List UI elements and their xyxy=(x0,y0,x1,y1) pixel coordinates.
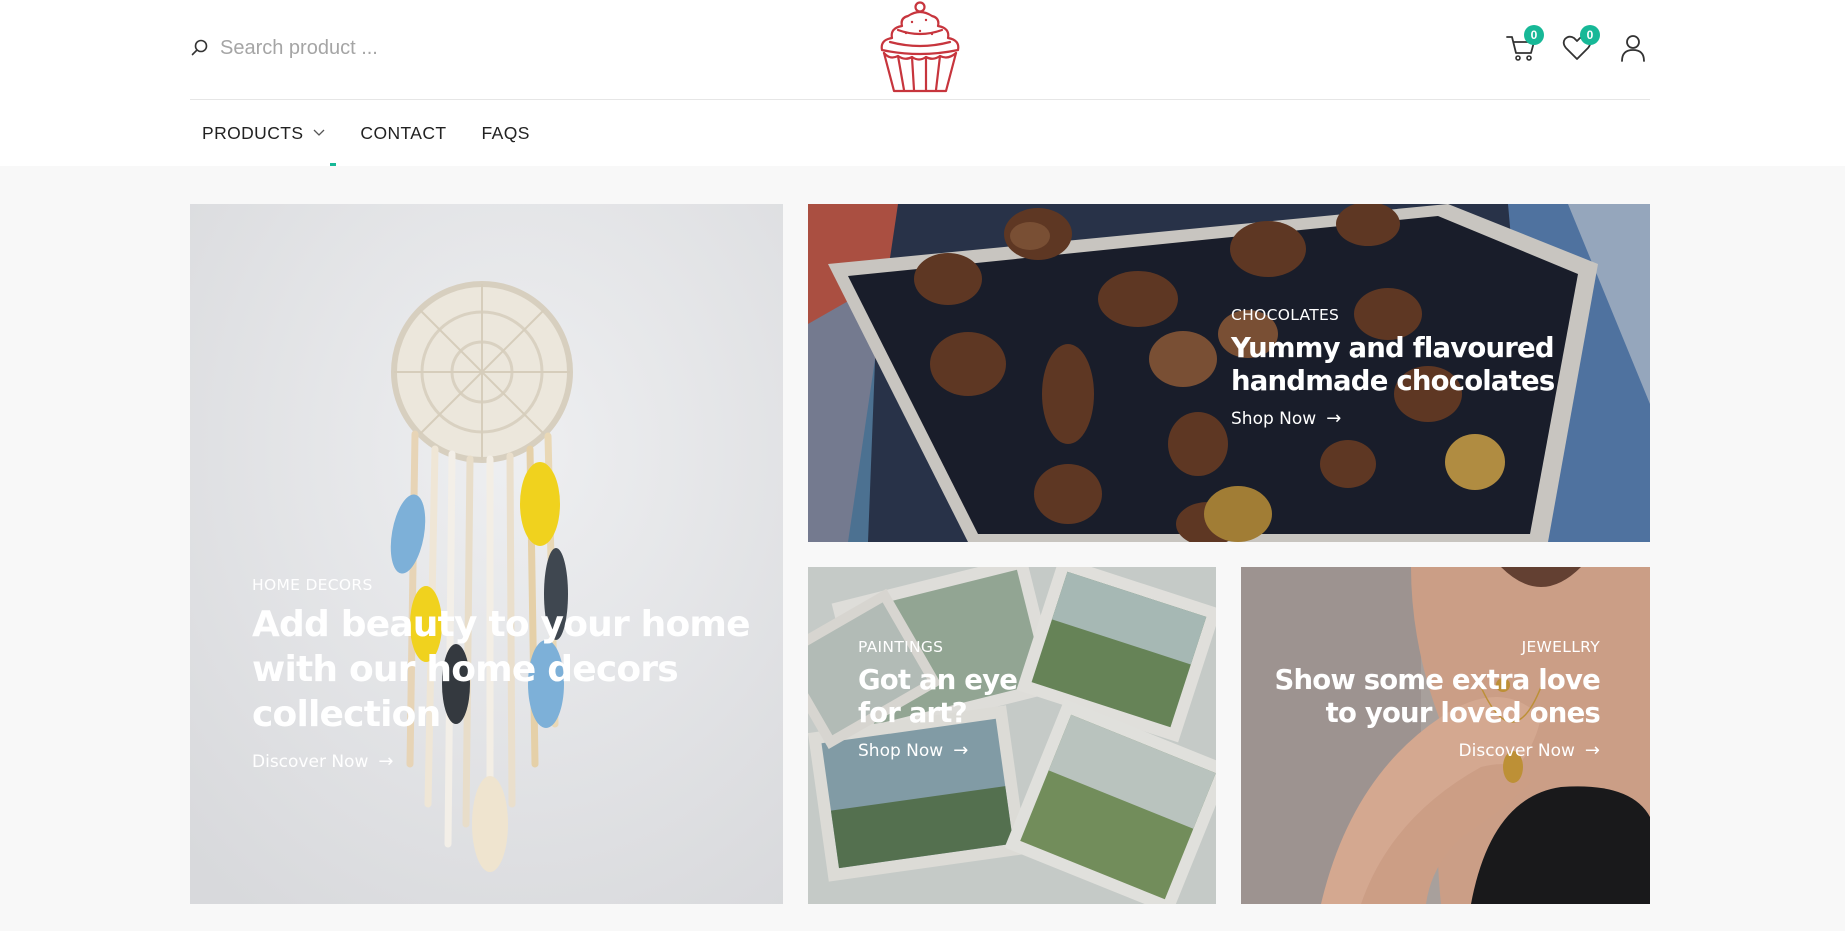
nav-item-label: FAQS xyxy=(481,122,530,143)
banner-headline: Show some extra love to your loved ones xyxy=(1274,664,1600,729)
account-button[interactable] xyxy=(1616,31,1650,65)
wishlist-button[interactable]: 0 xyxy=(1560,25,1600,65)
nav-item-label: CONTACT xyxy=(360,122,447,143)
nav-item-faqs[interactable]: FAQS xyxy=(470,100,542,166)
main-nav: PRODUCTS CONTACT FAQS xyxy=(190,100,553,166)
cta-label: Discover Now xyxy=(252,751,369,772)
banner-chocolates[interactable]: CHOCOLATES Yummy and flavoured handmade … xyxy=(808,204,1650,542)
banner-paintings[interactable]: PAINTINGS Got an eye for art? Shop Now → xyxy=(808,567,1216,904)
discover-now-link[interactable]: Discover Now → xyxy=(1459,740,1600,761)
cupcake-logo[interactable] xyxy=(868,0,972,95)
shop-now-link[interactable]: Shop Now → xyxy=(858,740,968,761)
banner-category: CHOCOLATES xyxy=(1231,306,1340,324)
nav-item-label: PRODUCTS xyxy=(202,122,304,143)
banner-home-decors[interactable]: HOME DECORS Add beauty to your home with… xyxy=(190,204,783,904)
banner-headline: Add beauty to your home with our home de… xyxy=(252,604,751,735)
shop-now-link[interactable]: Shop Now → xyxy=(1231,408,1341,429)
banner-jewellry[interactable]: JEWELLRY Show some extra love to your lo… xyxy=(1241,567,1650,904)
cta-label: Discover Now xyxy=(1458,740,1575,761)
arrow-right-icon: → xyxy=(1584,740,1600,761)
nav-item-contact[interactable]: CONTACT xyxy=(348,100,458,166)
header-row: 0 0 xyxy=(190,0,1650,100)
arrow-right-icon: → xyxy=(1326,408,1342,429)
banner-text: PAINTINGS Got an eye for art? Shop Now → xyxy=(858,638,1188,761)
arrow-right-icon: → xyxy=(378,751,394,772)
banner-text: JEWELLRY Show some extra love to your lo… xyxy=(1270,638,1600,761)
search-input[interactable] xyxy=(220,36,520,60)
banner-headline: Got an eye for art? xyxy=(858,664,1018,729)
header-actions: 0 0 xyxy=(1504,25,1650,66)
search-bar xyxy=(190,35,520,61)
chevron-down-icon xyxy=(313,129,325,136)
search-icon[interactable] xyxy=(190,38,210,58)
banner-headline: Yummy and flavoured handmade chocolates xyxy=(1231,332,1555,397)
banner-category: HOME DECORS xyxy=(252,576,373,594)
banner-category: JEWELLRY xyxy=(1521,638,1600,656)
wishlist-count-badge: 0 xyxy=(1580,25,1600,45)
banner-text: CHOCOLATES Yummy and flavoured handmade … xyxy=(1231,306,1631,429)
nav-active-indicator xyxy=(330,163,336,166)
banner-category: PAINTINGS xyxy=(858,638,944,656)
user-icon xyxy=(1621,35,1645,62)
dreamcatcher-image xyxy=(190,204,783,904)
cta-label: Shop Now xyxy=(858,740,944,761)
banner-text: HOME DECORS Add beauty to your home with… xyxy=(252,576,752,772)
cart-button[interactable]: 0 xyxy=(1504,25,1544,65)
cta-label: Shop Now xyxy=(1231,408,1317,429)
cart-count-badge: 0 xyxy=(1524,25,1544,45)
nav-item-products[interactable]: PRODUCTS xyxy=(190,100,337,166)
discover-now-link[interactable]: Discover Now → xyxy=(252,751,393,772)
arrow-right-icon: → xyxy=(953,740,969,761)
